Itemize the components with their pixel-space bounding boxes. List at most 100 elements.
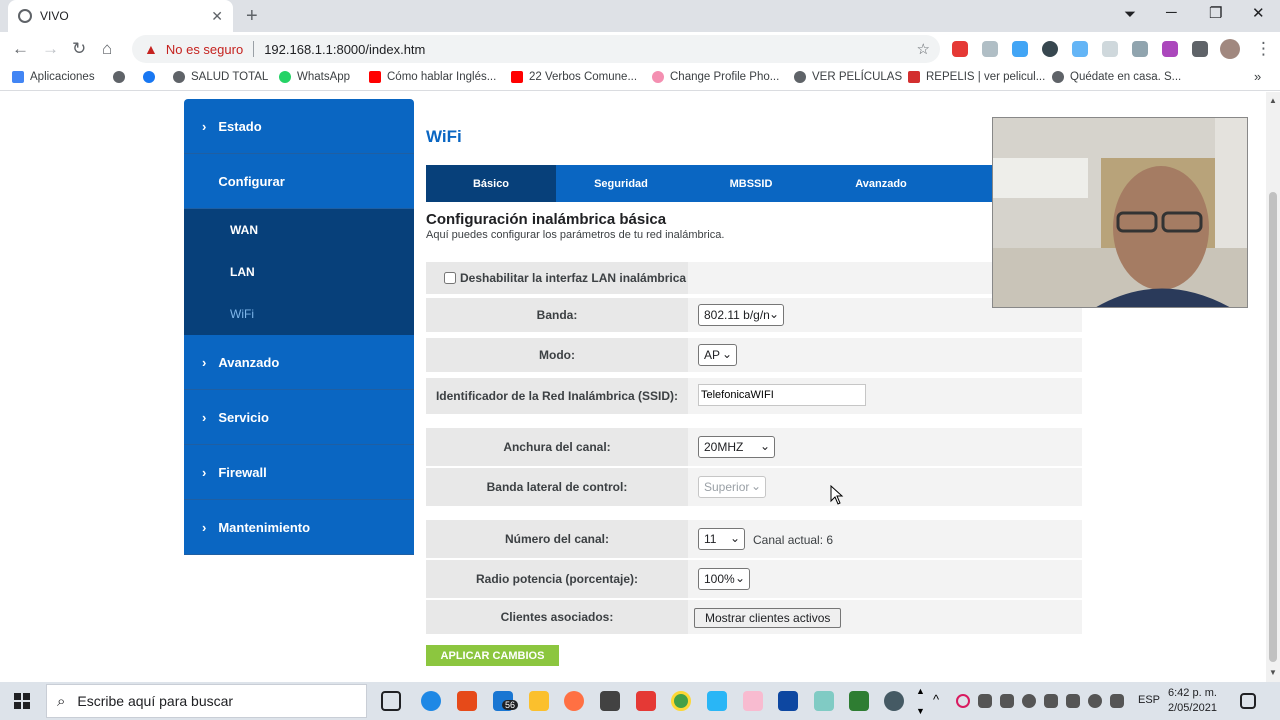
tab-seguridad[interactable]: Seguridad bbox=[556, 165, 686, 202]
banda-select[interactable]: 802.11 b/g/n ⌄ bbox=[698, 304, 784, 326]
network-globe-icon[interactable] bbox=[1088, 694, 1102, 708]
onedrive-icon[interactable] bbox=[1022, 694, 1036, 708]
sidebar-subitem-wifi[interactable]: WiFi bbox=[184, 293, 414, 335]
chevron-right-icon: › bbox=[202, 354, 207, 370]
bookmark-ingles[interactable]: Cómo hablar Inglés... bbox=[369, 71, 496, 83]
home-icon[interactable]: ⌂ bbox=[102, 39, 112, 59]
sidebar-item-configurar[interactable]: ›Configurar bbox=[184, 154, 414, 209]
microphone-icon[interactable] bbox=[1044, 694, 1058, 708]
language-indicator[interactable]: ESP bbox=[1138, 694, 1160, 706]
menu-icon[interactable]: ⋮ bbox=[1255, 39, 1272, 59]
bookmark-profile[interactable]: Change Profile Pho... bbox=[652, 71, 779, 83]
sidebar-item-mantenimiento[interactable]: › Mantenimiento bbox=[184, 500, 414, 555]
bookmark-apps[interactable]: Aplicaciones bbox=[12, 71, 95, 83]
sidebar-subitem-lan[interactable]: LAN bbox=[184, 251, 414, 293]
firefox-icon[interactable] bbox=[564, 691, 584, 711]
apply-changes-button[interactable]: APLICAR CAMBIOS bbox=[426, 645, 559, 666]
scroll-thumb[interactable] bbox=[1269, 192, 1277, 662]
tab-avanzado[interactable]: Avanzado bbox=[816, 165, 946, 202]
amazon-icon[interactable] bbox=[600, 691, 620, 711]
bookmark-facebook[interactable] bbox=[143, 71, 161, 83]
canal-label: Número del canal: bbox=[426, 520, 688, 558]
youtube-icon bbox=[511, 71, 523, 83]
k-extension-icon[interactable] bbox=[1042, 41, 1058, 57]
bookmark-quedate[interactable]: Quédate en casa. S... bbox=[1052, 71, 1181, 83]
restore-icon[interactable]: ❐ bbox=[1209, 4, 1222, 22]
minimize-icon[interactable]: ─ bbox=[1166, 4, 1177, 21]
reload-icon[interactable]: ↻ bbox=[72, 39, 86, 59]
taskbar-search-input[interactable]: ⌕ Escribe aquí para buscar bbox=[46, 684, 367, 718]
bookmark-repelis[interactable]: REPELIS | ver pelicul... bbox=[908, 71, 1045, 83]
shield-extension-icon[interactable] bbox=[982, 41, 998, 57]
settings-gear-icon[interactable] bbox=[884, 691, 904, 711]
bookmark-globe[interactable] bbox=[113, 71, 131, 83]
forward-icon[interactable]: → bbox=[42, 39, 59, 59]
tab-mbssid[interactable]: MBSSID bbox=[686, 165, 816, 202]
scroll-up-icon[interactable]: ▲ bbox=[1269, 96, 1277, 105]
bookmark-label: Cómo hablar Inglés... bbox=[387, 71, 497, 83]
sidebar-item-servicio[interactable]: › Servicio bbox=[184, 390, 414, 445]
color-extension-icon[interactable] bbox=[1162, 41, 1178, 57]
record-icon[interactable] bbox=[956, 694, 970, 708]
modo-select[interactable]: AP ⌄ bbox=[698, 344, 737, 366]
battery-icon[interactable] bbox=[1066, 694, 1080, 708]
more-bookmarks-icon[interactable]: » bbox=[1254, 69, 1261, 84]
bookmark-star-icon[interactable]: ☆ bbox=[917, 40, 930, 58]
ssid-input[interactable] bbox=[698, 384, 866, 406]
bookmark-peliculas[interactable]: VER PELÍCULAS bbox=[794, 71, 902, 83]
page-scrollbar[interactable]: ▲ ▼ bbox=[1266, 92, 1280, 682]
leaf-extension-icon[interactable] bbox=[1102, 41, 1118, 57]
close-tab-icon[interactable]: ✕ bbox=[211, 8, 223, 25]
snip-icon[interactable] bbox=[743, 691, 763, 711]
terminal-icon[interactable] bbox=[849, 691, 869, 711]
office-icon[interactable] bbox=[457, 691, 477, 711]
show-hidden-icons-icon[interactable]: ^ bbox=[933, 692, 939, 707]
note-extension-icon[interactable] bbox=[1072, 41, 1088, 57]
bookmark-salud-total[interactable]: SALUD TOTAL bbox=[173, 71, 268, 83]
outlook-icon[interactable] bbox=[778, 691, 798, 711]
banda-lateral-select[interactable]: Superior ⌄ bbox=[698, 476, 766, 498]
notifications-icon[interactable] bbox=[1240, 693, 1256, 709]
sidebar-item-avanzado[interactable]: › Avanzado bbox=[184, 335, 414, 390]
avatar[interactable] bbox=[1220, 39, 1240, 59]
windows-start-icon[interactable] bbox=[14, 693, 30, 709]
bookmark-whatsapp[interactable]: WhatsApp bbox=[279, 71, 350, 83]
disable-wlan-checkbox[interactable] bbox=[444, 272, 456, 284]
anydesk-icon[interactable] bbox=[636, 691, 656, 711]
tab-search-icon[interactable]: ⏷ bbox=[1124, 6, 1136, 23]
tab-basico[interactable]: Básico bbox=[426, 165, 556, 202]
chrome-icon[interactable] bbox=[671, 691, 691, 711]
edge-icon[interactable] bbox=[421, 691, 441, 711]
address-bar[interactable]: ▲ No es seguro 192.168.1.1:8000/index.ht… bbox=[132, 35, 940, 63]
tray-app-icon[interactable] bbox=[978, 694, 992, 708]
mouse-cursor-icon bbox=[830, 485, 844, 505]
browser-tab[interactable]: VIVO ✕ bbox=[8, 0, 233, 32]
sidebar-item-firewall[interactable]: › Firewall bbox=[184, 445, 414, 500]
scroll-down-icon[interactable]: ▼ bbox=[916, 706, 925, 716]
back-icon[interactable]: ← bbox=[12, 39, 29, 59]
code-extension-icon[interactable] bbox=[1132, 41, 1148, 57]
dropbox-icon[interactable] bbox=[1000, 694, 1014, 708]
app-icon[interactable] bbox=[814, 691, 834, 711]
clock[interactable]: 6:42 p. m. 2/05/2021 bbox=[1168, 686, 1217, 716]
task-view-icon[interactable] bbox=[381, 691, 401, 711]
globe-icon bbox=[18, 9, 32, 23]
scroll-down-icon[interactable]: ▼ bbox=[1269, 668, 1277, 677]
mostrar-clientes-button[interactable]: Mostrar clientes activos bbox=[694, 608, 842, 628]
iq-extension-icon[interactable] bbox=[1012, 41, 1028, 57]
bookmark-verbos[interactable]: 22 Verbos Comune... bbox=[511, 71, 637, 83]
canal-select[interactable]: 11 ⌄ bbox=[698, 528, 745, 550]
phone-app-icon[interactable] bbox=[707, 691, 727, 711]
close-window-icon[interactable]: ✕ bbox=[1252, 4, 1265, 22]
scroll-up-icon[interactable]: ▲ bbox=[916, 686, 925, 696]
file-explorer-icon[interactable] bbox=[529, 691, 549, 711]
new-tab-icon[interactable]: + bbox=[246, 5, 258, 28]
sidebar-subitem-wan[interactable]: WAN bbox=[184, 209, 414, 251]
anchura-select[interactable]: 20MHZ ⌄ bbox=[698, 436, 775, 458]
security-label: No es seguro bbox=[165, 41, 244, 57]
puzzle-icon[interactable] bbox=[1192, 41, 1208, 57]
potencia-select[interactable]: 100% ⌄ bbox=[698, 568, 750, 590]
adblock-icon[interactable] bbox=[952, 41, 968, 57]
volume-icon[interactable] bbox=[1110, 694, 1124, 708]
sidebar-item-estado[interactable]: › Estado bbox=[184, 99, 414, 154]
